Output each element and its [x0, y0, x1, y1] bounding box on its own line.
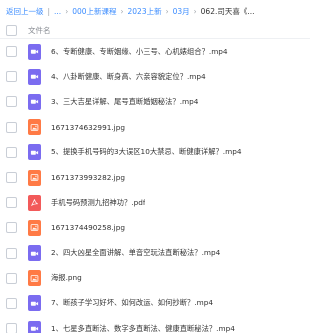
breadcrumb-separator: › — [193, 6, 197, 16]
video-file-icon — [28, 320, 41, 333]
image-file-icon — [28, 270, 41, 287]
file-name[interactable]: 海报.png — [51, 273, 82, 283]
breadcrumb-back-link[interactable]: 返回上一级 — [6, 6, 44, 17]
select-all-checkbox[interactable] — [6, 24, 17, 36]
file-checkbox[interactable] — [6, 146, 17, 158]
file-checkbox[interactable] — [6, 272, 17, 284]
image-file-icon — [28, 119, 41, 136]
file-name[interactable]: 1671374632991.jpg — [51, 123, 125, 132]
file-name[interactable]: 6、专断健康、专断姻缘、小三号、心机婊组合？.mp4 — [51, 47, 228, 57]
file-row[interactable]: 2、四大凶星全面讲解、单音空玩法直断秘法？.mp4 — [0, 241, 310, 266]
breadcrumb-current-folder: 062.司天喜《... — [200, 6, 255, 16]
video-file-icon — [28, 68, 41, 85]
file-row[interactable]: 1、七星多直断法、数字多直断法、健康直断秘法？.mp4 — [0, 316, 310, 333]
file-checkbox[interactable] — [6, 222, 17, 234]
breadcrumb-folder-link[interactable]: 000上新课程 — [72, 6, 116, 17]
file-row[interactable]: 4、八卦断健康、断身高、六亲容貌定位？.mp4 — [0, 64, 310, 89]
video-file-icon — [28, 144, 41, 161]
file-name[interactable]: 1、七星多直断法、数字多直断法、健康直断秘法？.mp4 — [51, 324, 235, 333]
breadcrumb-separator: › — [165, 6, 169, 16]
file-list-header: 文件名 — [0, 22, 310, 39]
file-checkbox[interactable] — [6, 96, 17, 108]
file-name[interactable]: 手机号码预测九招神功？.pdf — [51, 198, 145, 208]
file-row[interactable]: 5、提换手机号码的3大误区10大禁忌、断健康详解？.mp4 — [0, 140, 310, 165]
file-checkbox[interactable] — [6, 297, 17, 309]
pdf-file-icon — [28, 194, 41, 211]
video-file-icon — [28, 43, 41, 60]
file-row[interactable]: 手机号码预测九招神功？.pdf — [0, 190, 310, 215]
file-row[interactable]: 1671374490258.jpg — [0, 215, 310, 240]
file-row[interactable]: 海报.png — [0, 266, 310, 291]
image-file-icon — [28, 169, 41, 186]
file-name[interactable]: 2、四大凶星全面讲解、单音空玩法直断秘法？.mp4 — [51, 248, 220, 258]
file-name[interactable]: 4、八卦断健康、断身高、六亲容貌定位？.mp4 — [51, 72, 206, 82]
video-file-icon — [28, 245, 41, 262]
file-checkbox[interactable] — [6, 197, 17, 209]
column-header-filename[interactable]: 文件名 — [28, 25, 51, 36]
file-name[interactable]: 3、三大吉星详解、尾号直断婚姻秘法？.mp4 — [51, 97, 198, 107]
breadcrumb-folder-link[interactable]: 03月 — [173, 6, 190, 17]
file-name[interactable]: 1671374490258.jpg — [51, 223, 125, 232]
file-row[interactable]: 1671374632991.jpg — [0, 115, 310, 140]
breadcrumb-ellipsis-link[interactable]: ... — [54, 7, 61, 16]
breadcrumb-separator: › — [65, 6, 69, 16]
file-name[interactable]: 7、断孩子学习好坏、如何改运、如何抄断？.mp4 — [51, 298, 213, 308]
file-row[interactable]: 1671373993282.jpg — [0, 165, 310, 190]
video-file-icon — [28, 295, 41, 312]
file-checkbox[interactable] — [6, 121, 17, 133]
file-browser: 返回上一级 | ... › 000上新课程 › 2023上新 › 03月 › 0… — [0, 0, 310, 333]
breadcrumb-folder-link[interactable]: 2023上新 — [128, 6, 162, 17]
file-checkbox[interactable] — [6, 71, 17, 83]
video-file-icon — [28, 93, 41, 110]
file-checkbox[interactable] — [6, 46, 17, 58]
file-checkbox[interactable] — [6, 323, 17, 333]
file-list: 6、专断健康、专断姻缘、小三号、心机婊组合？.mp4 4、八卦断健康、断身高、六亲… — [0, 39, 310, 333]
breadcrumb-separator: › — [120, 6, 124, 16]
file-checkbox[interactable] — [6, 247, 17, 259]
image-file-icon — [28, 219, 41, 236]
file-row[interactable]: 6、专断健康、专断姻缘、小三号、心机婊组合？.mp4 — [0, 39, 310, 64]
file-name[interactable]: 1671373993282.jpg — [51, 173, 125, 182]
breadcrumb-separator: | — [47, 6, 51, 16]
file-name[interactable]: 5、提换手机号码的3大误区10大禁忌、断健康详解？.mp4 — [51, 147, 242, 157]
breadcrumb: 返回上一级 | ... › 000上新课程 › 2023上新 › 03月 › 0… — [0, 0, 310, 22]
file-row[interactable]: 7、断孩子学习好坏、如何改运、如何抄断？.mp4 — [0, 291, 310, 316]
file-row[interactable]: 3、三大吉星详解、尾号直断婚姻秘法？.mp4 — [0, 89, 310, 114]
file-checkbox[interactable] — [6, 172, 17, 184]
